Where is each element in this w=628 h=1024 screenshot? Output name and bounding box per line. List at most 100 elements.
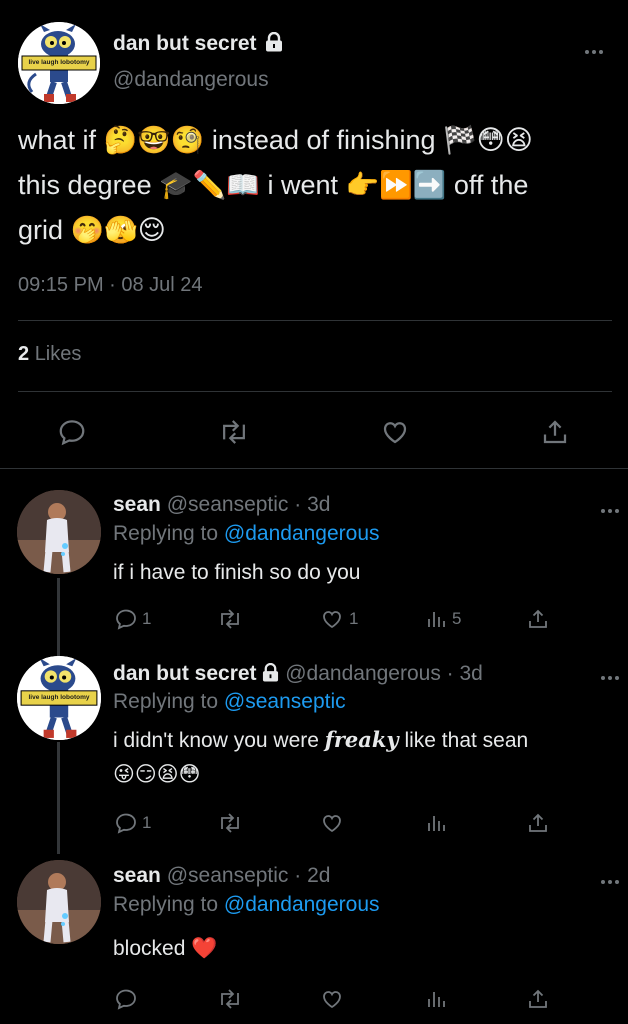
person-avatar-icon [17,860,101,944]
replying-to-label: Replying to [113,522,219,545]
retweet-icon [223,420,245,444]
divider [18,391,612,392]
replying-to: Replying to @dandangerous [113,522,380,546]
author-name[interactable]: sean [113,864,161,887]
views-button[interactable]: 5 [424,604,461,634]
retweet-icon [221,813,239,833]
tweet-text-line: this degree 🎓✏️📖 i went 👉⏩➡️ off the [18,170,529,200]
more-options-icon[interactable] [600,503,620,514]
divider [0,468,628,469]
share-button[interactable] [535,412,575,452]
like-button[interactable] [319,808,345,838]
like-button[interactable] [319,984,345,1014]
avatar[interactable]: live laugh lobotomy [17,656,101,740]
reply-header: dan but secret @dandangerous · 3d [113,662,483,686]
retweet-button[interactable] [216,604,244,634]
replying-to-link[interactable]: @dandangerous [224,893,380,916]
views-icon [428,992,445,1007]
views-icon [428,816,445,831]
lock-icon [263,662,279,682]
views-count: 5 [452,609,462,628]
share-icon [529,813,547,832]
like-icon [323,815,341,833]
replying-to-link[interactable]: @seanseptic [224,690,346,713]
retweet-button[interactable] [216,984,244,1014]
avatar[interactable] [17,860,101,944]
retweet-button[interactable] [216,808,244,838]
reply-text: if i have to finish so do you [113,561,361,584]
like-button[interactable]: 1 [319,604,358,634]
reply-icon [116,989,136,1010]
author-name-text: dan but secret [113,32,257,55]
main-tweet-header: live laugh lobotomy dan but secret @dand… [18,22,612,106]
reply-text: i didn't know you were freaky like that … [113,727,528,753]
author-handle[interactable]: @dandangerous [113,68,269,92]
reply-text-emoji-line: 😜😏😫😳 [113,762,201,786]
like-icon [383,422,407,444]
avatar[interactable]: live laugh lobotomy [18,22,100,104]
replying-to-label: Replying to [113,893,219,916]
reply-button[interactable] [52,412,92,452]
share-button[interactable] [526,984,550,1014]
reply-text-part: like that sean [398,729,529,752]
replying-to-link[interactable]: @dandangerous [224,522,380,545]
avatar[interactable] [17,490,101,574]
views-button[interactable] [424,984,448,1014]
avatar-badge-text: live laugh lobotomy [28,59,90,66]
reply-actions: 1 [0,808,628,838]
reply-text-styled: freaky [324,727,399,752]
like-icon [323,611,341,629]
views-icon [428,612,445,627]
handle-time: @seanseptic · 3d [166,493,331,516]
author-name[interactable]: sean [113,493,161,516]
share-icon [543,420,567,444]
replying-to-label: Replying to [113,690,219,713]
avatar-badge-text: live laugh lobotomy [28,694,90,701]
more-options-icon[interactable] [584,44,604,55]
share-icon [529,989,547,1008]
author-name[interactable]: dan but secret [113,662,257,685]
share-icon [529,609,547,628]
replying-to: Replying to @seanseptic [113,690,346,714]
likes-count: 2 [18,343,30,365]
reply-header: sean @seanseptic · 3d [113,493,330,517]
replying-to: Replying to @dandangerous [113,893,380,917]
likes-count-row[interactable]: 2 Likes [18,343,81,366]
lock-icon [266,31,283,52]
like-icon [323,991,341,1009]
reply-text: blocked ❤️ [113,937,218,960]
reply-icon [116,813,136,834]
share-button[interactable] [526,808,550,838]
reply-text-part: i didn't know you were [113,729,325,752]
like-button[interactable] [375,412,415,452]
share-button[interactable] [526,604,550,634]
tweet-text-line: grid 🤭🫣😌 [18,215,166,245]
person-avatar-icon [17,490,101,574]
retweet-button[interactable] [214,412,254,452]
reply-actions [0,984,628,1014]
more-options-icon[interactable] [600,670,620,681]
tweet-actions [0,412,628,452]
likes-label: Likes [34,343,82,365]
handle-time: @seanseptic · 2d [166,864,331,887]
reply-button[interactable]: 1 [114,604,151,634]
views-button[interactable] [424,808,448,838]
reply-actions: 1 1 5 [0,604,628,634]
divider [18,320,612,321]
more-options-icon[interactable] [600,874,620,885]
like-count: 1 [349,609,359,628]
retweet-icon [221,609,239,629]
author-name[interactable]: dan but secret [113,31,283,56]
reply-count: 1 [142,609,152,628]
tweet-text: what if 🤔🤓🧐 instead of finishing 🏁😳😫 thi… [18,118,608,253]
handle-time: @dandangerous · 3d [285,662,483,685]
tweet-text-line: what if 🤔🤓🧐 instead of finishing 🏁😳😫 [18,125,533,155]
reply-icon [116,609,136,630]
tweet-timestamp[interactable]: 09:15 PM · 08 Jul 24 [18,274,203,297]
reply-button[interactable]: 1 [114,808,151,838]
reply-header: sean @seanseptic · 2d [113,864,330,888]
retweet-icon [221,989,239,1009]
reply-button[interactable] [114,984,138,1014]
reply-icon [59,420,85,446]
reply-count: 1 [142,813,152,832]
